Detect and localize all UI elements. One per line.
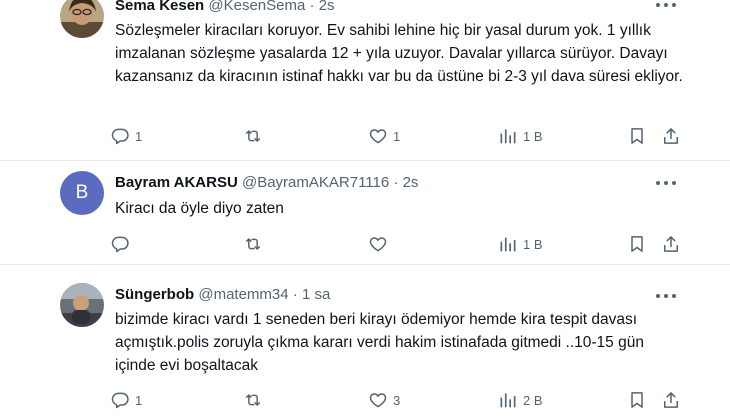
avatar[interactable]: [60, 283, 104, 327]
share-icon: [661, 126, 681, 146]
heart-icon: [368, 126, 388, 146]
bookmark-button[interactable]: [627, 388, 647, 412]
tweet-header: Bayram AKARSU @BayramAKAR71116 · 2s: [115, 174, 418, 191]
like-button[interactable]: [368, 232, 393, 256]
views-button[interactable]: 2 B: [498, 388, 543, 412]
display-name[interactable]: Bayram AKARSU: [115, 174, 238, 191]
tweet[interactable]: B Bayram AKARSU @BayramAKAR71116 · 2s Ki…: [0, 161, 730, 264]
timestamp[interactable]: 1 sa: [302, 286, 330, 303]
separator: ·: [309, 0, 315, 14]
views-button[interactable]: 1 B: [498, 124, 543, 148]
avatar[interactable]: [60, 0, 104, 38]
handle[interactable]: @matemm34: [198, 286, 288, 303]
share-button[interactable]: [661, 388, 681, 412]
share-button[interactable]: [661, 232, 681, 256]
avatar-letter: B: [75, 182, 89, 203]
views-button[interactable]: 1 B: [498, 232, 543, 256]
repost-icon: [243, 234, 263, 254]
separator: ·: [393, 174, 399, 191]
more-icon[interactable]: [653, 174, 679, 192]
bookmark-icon: [627, 126, 647, 146]
action-bar: 1 B: [110, 232, 690, 256]
avatar[interactable]: B: [60, 171, 104, 215]
action-bar: 1 3 2 B: [110, 388, 690, 412]
separator: ·: [292, 286, 298, 303]
display-name[interactable]: Sema Kesen: [115, 0, 204, 14]
reply-button[interactable]: 1: [110, 124, 142, 148]
tweet[interactable]: Sema Kesen @KesenSema · 2s Sözleşmeler k…: [0, 0, 730, 152]
like-button[interactable]: 1: [368, 124, 400, 148]
repost-button[interactable]: [243, 388, 268, 412]
views-count: 2 B: [523, 392, 543, 408]
reply-icon: [110, 126, 130, 146]
tweet-header: Süngerbob @matemm34 · 1 sa: [115, 286, 330, 303]
repost-button[interactable]: [243, 124, 268, 148]
like-button[interactable]: 3: [368, 388, 400, 412]
repost-button[interactable]: [243, 232, 268, 256]
share-button[interactable]: [661, 124, 681, 148]
reply-icon: [110, 390, 130, 410]
views-icon: [498, 390, 518, 410]
handle[interactable]: @BayramAKAR71116: [242, 174, 389, 191]
views-count: 1 B: [523, 128, 543, 144]
timestamp[interactable]: 2s: [403, 174, 419, 191]
views-count: 1 B: [523, 236, 543, 252]
tweet-text: Kiracı da öyle diyo zaten: [115, 200, 284, 217]
bookmark-button[interactable]: [627, 124, 647, 148]
repost-icon: [243, 390, 263, 410]
tweet-header: Sema Kesen @KesenSema · 2s: [115, 0, 335, 14]
like-count: 1: [393, 128, 401, 144]
bookmark-button[interactable]: [627, 232, 647, 256]
more-icon[interactable]: [653, 287, 679, 305]
reply-count: 1: [135, 392, 143, 408]
repost-icon: [243, 126, 263, 146]
reply-button[interactable]: [110, 232, 135, 256]
tweet-text: Sözleşmeler kiracıları koruyor. Ev sahib…: [115, 22, 683, 85]
more-icon[interactable]: [653, 0, 679, 14]
heart-icon: [368, 234, 388, 254]
reply-icon: [110, 234, 130, 254]
tweet[interactable]: Süngerbob @matemm34 · 1 sa bizimde kirac…: [0, 265, 730, 420]
reply-count: 1: [135, 128, 143, 144]
share-icon: [661, 390, 681, 410]
bookmark-icon: [627, 234, 647, 254]
avatar-photo: [60, 283, 104, 327]
action-bar: 1 1 1 B: [110, 124, 690, 148]
avatar-photo: [60, 0, 104, 38]
tweet-text: bizimde kiracı vardı 1 seneden beri kira…: [115, 311, 644, 374]
handle[interactable]: @KesenSema: [208, 0, 305, 14]
views-icon: [498, 126, 518, 146]
bookmark-icon: [627, 390, 647, 410]
views-icon: [498, 234, 518, 254]
timestamp[interactable]: 2s: [319, 0, 335, 14]
share-icon: [661, 234, 681, 254]
like-count: 3: [393, 392, 401, 408]
heart-icon: [368, 390, 388, 410]
display-name[interactable]: Süngerbob: [115, 286, 194, 303]
reply-button[interactable]: 1: [110, 388, 142, 412]
